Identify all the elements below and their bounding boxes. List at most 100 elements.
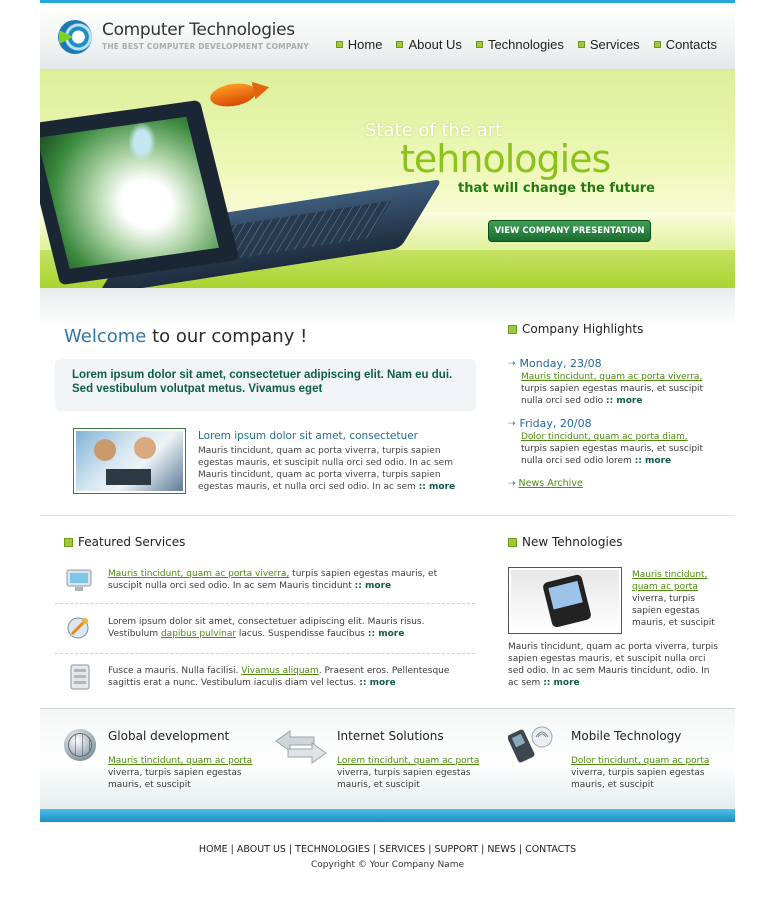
news-date-text: Friday, 20/08 [519,417,592,430]
new-tech-title: New Tehnologies [508,535,622,549]
article-title: Lorem ipsum dolor sit amet, consectetuer [198,430,418,442]
banner-headline: tehnologies [400,137,611,181]
copyright: Copyright © Your Company Name [311,860,464,870]
nav-label: About Us [408,37,462,52]
view-presentation-button[interactable]: VIEW COMPANY PRESENTATION [488,220,651,242]
service-item: Lorem ipsum dolor sit amet, consectetuer… [108,616,460,640]
feature-text: Dolor tincidunt, quam ac porta viverra, t… [571,755,721,791]
news-link[interactable]: Dolor tincidunt, quam ac porta diam, [521,432,688,442]
separator: | [230,844,234,855]
footer-accent-bar [40,809,735,822]
mobile-phone-icon [508,726,553,763]
footer-link-technologies[interactable]: TECHNOLOGIES [295,844,370,855]
feature-body: viverra, turpis sapien egestas mauris, e… [108,768,242,790]
page: Computer Technologies THE BEST COMPUTER … [40,0,735,900]
feature-text: Lorem tincidunt, quam ac porta viverra, t… [337,755,487,791]
nav-label: Home [347,37,383,52]
new-tech-title-text: New Tehnologies [522,535,623,549]
brand-tagline: THE BEST COMPUTER DEVELOPMENT COMPANY [102,42,309,51]
service-item: Mauris tincidunt, quam ac porta viverra,… [108,568,460,592]
news-archive[interactable]: ⇢ News Archive [508,478,583,489]
feature-title: Internet Solutions [337,729,444,743]
footer-link-support[interactable]: SUPPORT [434,844,478,855]
news-archive-link[interactable]: News Archive [519,478,583,489]
main-nav: Home About Us Technologies Services Cont… [335,37,717,52]
nav-about-us[interactable]: About Us [396,37,462,52]
features-band: Global development Mauris tincidunt, qua… [40,708,735,809]
welcome-rest: to our company ! [146,326,308,347]
feature-link[interactable]: Dolor tincidunt, quam ac porta [571,756,709,766]
more-link[interactable]: more [368,629,404,639]
arrow-icon: ⇢ [508,419,516,429]
highlights-title-text: Company Highlights [522,322,644,336]
more-link[interactable]: more [419,482,455,492]
banner-line-3: that will change the future [458,181,655,196]
feature-title: Mobile Technology [571,729,682,743]
bullet-icon [577,41,585,48]
more-link[interactable]: more [606,396,642,406]
separator: | [481,844,485,855]
feature-link[interactable]: Mauris tincidunt, quam ac porta [108,756,252,766]
bullet-icon [335,41,343,48]
separator: | [518,844,523,855]
service-link[interactable]: Vivamus aliquam [241,666,319,676]
service-link[interactable]: Mauris tincidunt, quam ac porta viverra, [108,569,289,579]
person-figure [134,437,156,459]
arrow-icon: ⇢ [508,478,516,489]
more-link[interactable]: more [355,581,391,591]
service-text: Fusce a mauris. Nulla facilisi. [108,666,242,676]
more-link[interactable]: more [635,456,671,466]
service-link[interactable]: dapibus pulvinar [161,629,236,639]
more-link[interactable]: more [543,678,579,688]
intro-box: Lorem ipsum dolor sit amet, consectetuer… [55,359,476,411]
feature-text: Mauris tincidunt, quam ac porta viverra, … [108,755,258,791]
new-tech-body-text: Mauris tincidunt, quam ac porta viverra,… [508,642,719,688]
nav-home[interactable]: Home [335,37,383,52]
article-body: Mauris tincidunt, quam ac porta viverra,… [198,445,474,493]
nav-services[interactable]: Services [577,37,640,52]
feature-body: viverra, turpis sapien egestas mauris, e… [571,768,705,790]
article-text: Mauris tincidunt, quam ac porta viverra,… [198,446,453,492]
logo-icon[interactable] [58,20,92,54]
services-title: Featured Services [64,535,185,549]
dashed-divider [55,653,475,654]
news-body: turpis sapien egestas mauris, et suscipi… [521,444,704,466]
separator: | [372,844,377,855]
feature-title: Global development [108,729,230,743]
nav-contacts[interactable]: Contacts [653,37,717,52]
nav-label: Services [589,37,640,52]
new-tech-link[interactable]: Mauris tincidunt, quam ac porta [632,570,707,592]
globe-icon [64,729,96,761]
brand-name[interactable]: Computer Technologies [102,20,295,40]
welcome-highlight: Welcome [64,326,147,347]
new-tech-side-text: viverra, turpis sapien egestas mauris, e… [632,594,715,628]
feature-link[interactable]: Lorem tincidunt, quam ac porta [337,756,479,766]
more-link[interactable]: more [359,678,395,688]
hero-banner: State of the art tehnologies that will c… [40,70,735,288]
news-date: ⇢ Friday, 20/08 [508,418,708,430]
header: Computer Technologies THE BEST COMPUTER … [40,3,735,70]
section-divider [40,515,735,516]
pda-photo [508,567,622,634]
water-splash [128,122,156,162]
footer-link-news[interactable]: NEWS [487,844,516,855]
news-link[interactable]: Mauris tincidunt, quam ac porta viverra, [521,372,702,382]
exchange-arrows-icon [275,730,327,764]
footer-link-about[interactable]: ABOUT US [237,844,286,855]
nav-technologies[interactable]: Technologies [475,37,564,52]
highlights-title: Company Highlights [508,322,643,336]
footer-link-services[interactable]: SERVICES [379,844,425,855]
news-item: ⇢ Monday, 23/08 Mauris tincidunt, quam ac… [508,358,708,407]
pda-figure [542,573,592,629]
news-date-text: Monday, 23/08 [519,357,602,370]
footer-link-contacts[interactable]: CONTACTS [525,844,576,855]
monitor-icon [64,568,94,594]
person-figure [94,439,116,461]
satellite-icon [64,614,94,640]
services-title-text: Featured Services [78,535,186,549]
new-tech-side: Mauris tincidunt, quam ac porta viverra, … [632,569,722,629]
arrow-icon: ⇢ [508,359,516,369]
footer-link-home[interactable]: HOME [199,844,228,855]
bullet-icon [396,41,404,48]
separator: | [428,844,432,855]
